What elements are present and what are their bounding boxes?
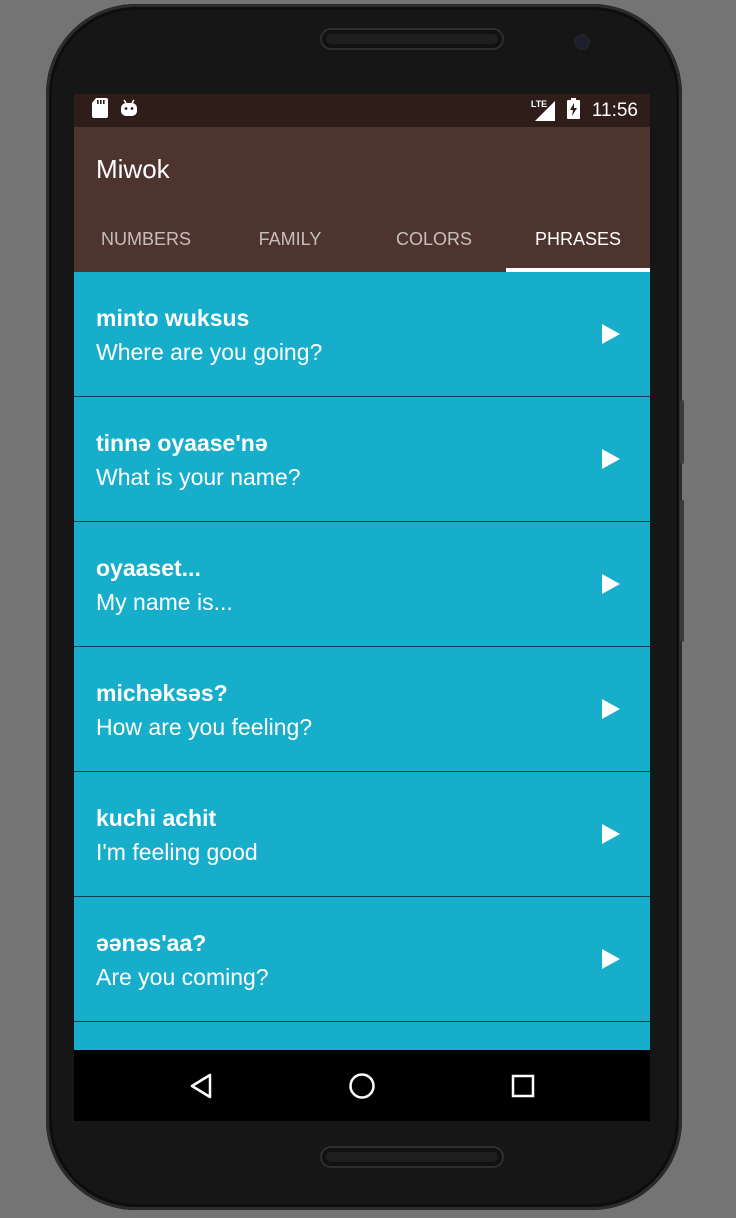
list-item[interactable]: tinnә oyaase'nә What is your name?	[74, 397, 650, 522]
screen: LTE 11:56 Miwok NUMBERS FAMILY COLORS PH…	[74, 94, 650, 1121]
english-translation: Are you coming?	[96, 964, 269, 990]
tab-colors[interactable]: COLORS	[362, 206, 506, 272]
app-title: Miwok	[96, 154, 170, 184]
volume-button	[680, 400, 684, 464]
english-translation: I'm feeling good	[96, 839, 258, 865]
play-icon[interactable]	[602, 699, 620, 719]
status-time: 11:56	[591, 99, 638, 121]
bottom-speaker	[320, 1146, 504, 1168]
home-button[interactable]	[342, 1066, 382, 1106]
english-translation: What is your name?	[96, 464, 301, 490]
miwok-phrase: tinnә oyaase'nә	[96, 430, 268, 456]
english-translation: How are you feeling?	[96, 714, 313, 740]
play-icon[interactable]	[602, 824, 620, 844]
battery-charging-icon	[566, 97, 580, 124]
status-bar: LTE 11:56	[74, 94, 650, 127]
play-icon[interactable]	[602, 324, 620, 344]
navigation-bar	[74, 1050, 650, 1121]
miwok-phrase: michәksәs?	[96, 680, 228, 706]
tab-family[interactable]: FAMILY	[218, 206, 362, 272]
back-button[interactable]	[181, 1066, 221, 1106]
list-item[interactable]: әәnәs'aa? Are you coming?	[74, 897, 650, 1022]
miwok-phrase: әәnәs'aa?	[96, 930, 207, 956]
tab-bar: NUMBERS FAMILY COLORS PHRASES	[74, 206, 650, 272]
list-item[interactable]: minto wuksus Where are you going?	[74, 272, 650, 397]
english-translation: Where are you going?	[96, 339, 323, 365]
play-icon[interactable]	[602, 574, 620, 594]
play-icon[interactable]	[602, 949, 620, 969]
network-label: LTE	[530, 98, 548, 109]
android-icon	[120, 99, 138, 122]
play-icon[interactable]	[602, 449, 620, 469]
front-camera	[576, 36, 588, 48]
tab-phrases[interactable]: PHRASES	[506, 206, 650, 272]
phrase-list: minto wuksus Where are you going? tinnә …	[74, 272, 650, 1063]
miwok-phrase: oyaaset...	[96, 555, 201, 581]
app-bar: Miwok NUMBERS FAMILY COLORS PHRASES	[74, 127, 650, 272]
miwok-phrase: kuchi achit	[96, 805, 217, 831]
miwok-phrase: minto wuksus	[96, 305, 250, 331]
list-item[interactable]: michәksәs? How are you feeling?	[74, 647, 650, 772]
top-speaker	[320, 28, 504, 50]
tab-numbers[interactable]: NUMBERS	[74, 206, 218, 272]
sd-card-icon	[92, 98, 108, 123]
list-item[interactable]: oyaaset... My name is...	[74, 522, 650, 647]
lte-signal-icon: LTE	[530, 98, 555, 121]
home-icon	[349, 1072, 375, 1099]
list-item[interactable]: kuchi achit I'm feeling good	[74, 772, 650, 897]
back-icon	[190, 1073, 211, 1098]
english-translation: My name is...	[96, 589, 233, 615]
recents-icon	[512, 1074, 535, 1097]
power-button	[680, 500, 684, 642]
recents-button[interactable]	[503, 1066, 543, 1106]
